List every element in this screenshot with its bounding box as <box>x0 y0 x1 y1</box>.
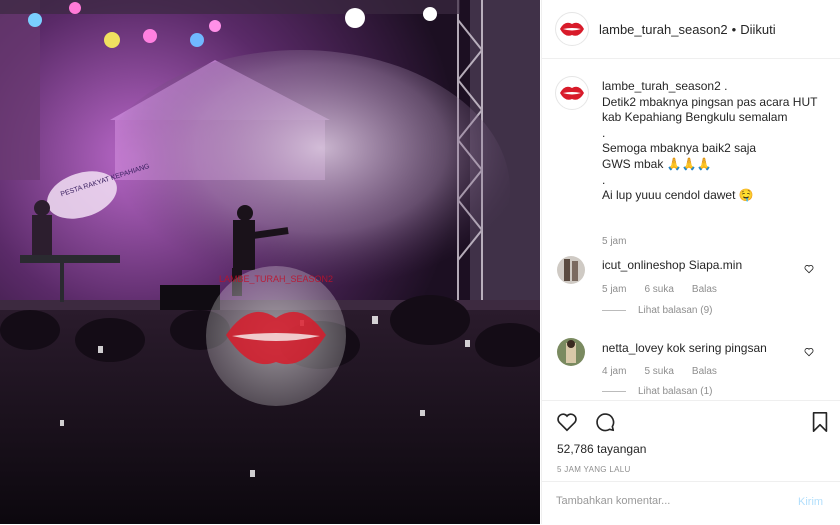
comment-likes[interactable]: 5 suka <box>644 366 673 377</box>
comment-composer: Kirim <box>542 481 840 525</box>
concert-video-frame: PESTA RAKYAT KEPAHIANG LAMBE_TURAH_SEASO… <box>0 0 540 524</box>
commenter-avatar[interactable] <box>557 338 585 366</box>
comment-input[interactable] <box>556 495 786 507</box>
comment-likes[interactable]: 6 suka <box>644 284 673 295</box>
commenter-username[interactable]: icut_onlineshop <box>602 258 685 272</box>
heart-icon[interactable] <box>556 411 578 433</box>
reply-button[interactable]: Balas <box>692 366 717 377</box>
caption-line: Semoga mbaknya baik2 saja <box>602 141 757 156</box>
view-count: 52,786 tayangan <box>557 442 647 456</box>
comment-body: kok sering pingsan <box>666 341 767 355</box>
caption-line: GWS mbak 🙏🙏🙏 <box>602 156 712 171</box>
comment-body: Siapa.min <box>688 258 743 272</box>
replies-divider <box>602 391 626 392</box>
view-replies[interactable]: Lihat balasan (1) <box>602 386 713 397</box>
reply-button[interactable]: Balas <box>692 284 717 295</box>
header-separator: • <box>731 21 737 37</box>
caption: lambe_turah_season2 . Detik2 mbaknya pin… <box>602 79 827 204</box>
follow-status[interactable]: Diikuti <box>740 22 775 37</box>
comment-icon[interactable] <box>594 411 616 433</box>
view-replies-label: Lihat balasan (9) <box>638 305 713 316</box>
bookmark-icon[interactable] <box>810 411 830 433</box>
post-comment-button[interactable]: Kirim <box>798 496 823 508</box>
commenter-username[interactable]: netta_lovey <box>602 341 663 355</box>
author-username[interactable]: lambe_turah_season2 <box>599 22 728 37</box>
comment-text: netta_lovey kok sering pingsan <box>602 341 767 355</box>
caption-line: Detik2 mbaknya pingsan pas acara HUT kab… <box>602 94 818 125</box>
comment-meta: 5 jam 6 suka Balas <box>602 284 717 295</box>
caption-line: . <box>602 172 606 187</box>
replies-divider <box>602 310 626 311</box>
commenter-avatar[interactable] <box>557 256 585 284</box>
heart-small-icon[interactable] <box>804 347 814 357</box>
view-replies-label: Lihat balasan (1) <box>638 386 713 397</box>
caption-time[interactable]: 5 jam <box>602 236 626 247</box>
caption-line: Ai lup yuuu cendol dawet 🤤 <box>602 188 754 203</box>
comment-time[interactable]: 4 jam <box>602 366 626 377</box>
post-media[interactable]: PESTA RAKYAT KEPAHIANG LAMBE_TURAH_SEASO… <box>0 0 540 524</box>
watermark-logo: LAMBE_TURAH_SEASON2 <box>206 266 346 406</box>
comment-text: icut_onlineshop Siapa.min <box>602 258 742 272</box>
avatar-image <box>557 256 585 284</box>
view-replies[interactable]: Lihat balasan (9) <box>602 305 713 316</box>
lips-logo-icon <box>560 22 584 36</box>
comment-meta: 4 jam 5 suka Balas <box>602 366 717 377</box>
caption-username[interactable]: lambe_turah_season2 <box>602 79 721 93</box>
heart-small-icon[interactable] <box>804 264 814 274</box>
avatar-image <box>557 338 585 366</box>
comment-time[interactable]: 5 jam <box>602 284 626 295</box>
caption-line: . <box>602 125 606 140</box>
author-avatar[interactable] <box>555 12 589 46</box>
comments-list[interactable]: lambe_turah_season2 . Detik2 mbaknya pin… <box>542 59 840 399</box>
post-sidebar: lambe_turah_season2 • Diikuti lambe_tura… <box>541 0 840 524</box>
watermark-text: LAMBE_TURAH_SEASON2 <box>219 274 333 284</box>
post-actions: 52,786 tayangan 5 JAM YANG LALU <box>542 400 840 491</box>
post-header: lambe_turah_season2 • Diikuti <box>542 0 840 59</box>
caption-avatar[interactable] <box>555 76 589 110</box>
post-timestamp[interactable]: 5 JAM YANG LALU <box>557 465 631 474</box>
lips-logo-icon <box>560 86 584 100</box>
